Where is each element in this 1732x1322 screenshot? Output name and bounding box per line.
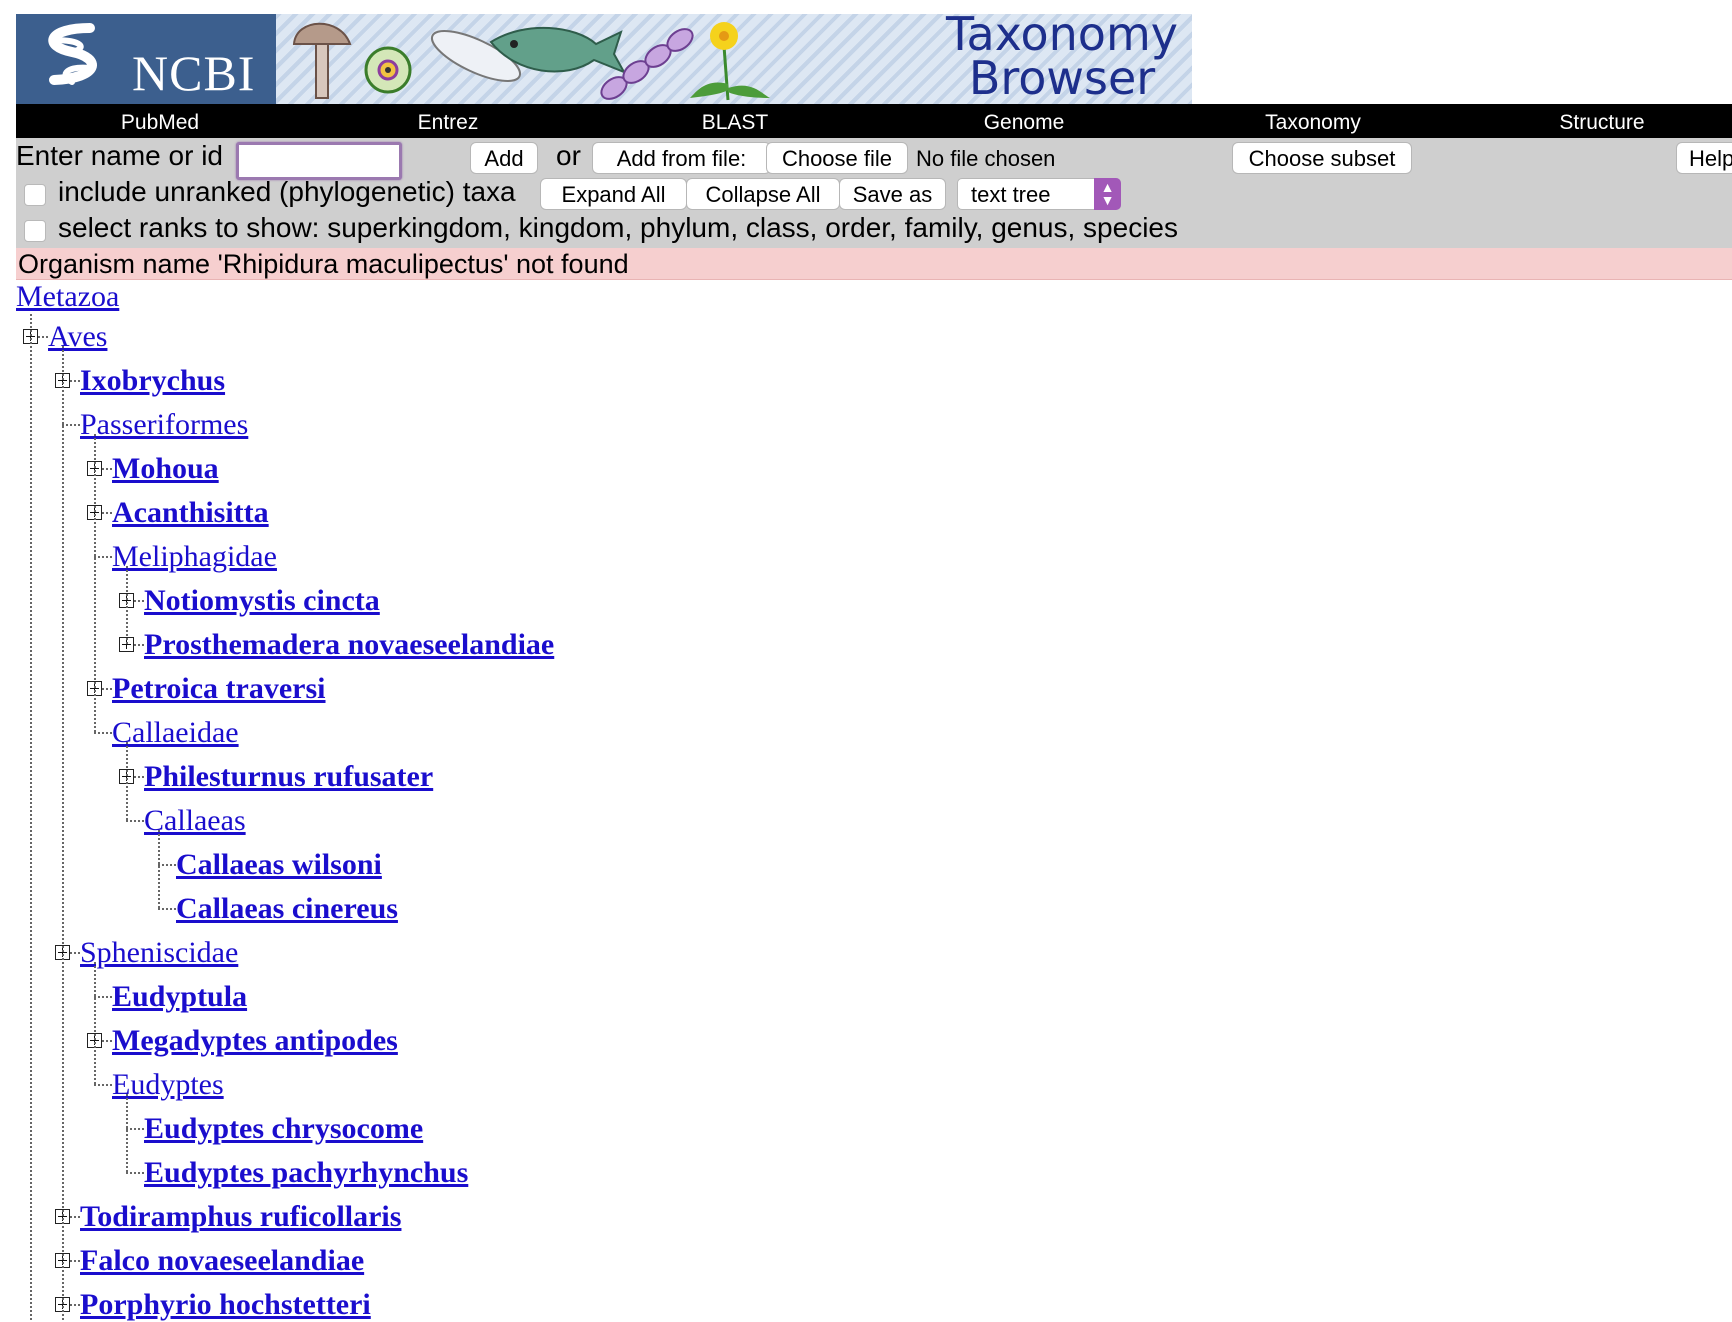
tree-connector <box>134 644 144 646</box>
tree-connector <box>38 336 48 338</box>
tree-node-eudyptes[interactable]: Eudyptes <box>112 1068 224 1102</box>
tree-node-eudyptes-pachyrhynchus[interactable]: Eudyptes pachyrhynchus <box>144 1156 468 1190</box>
tree-connector <box>70 1216 80 1218</box>
tree-connector <box>70 380 80 382</box>
tree-connector <box>94 962 96 1084</box>
tree-node-mohoua[interactable]: Mohoua <box>112 452 219 486</box>
tree-connector <box>70 952 80 954</box>
tree-node-porphyrio-hochstetteri[interactable]: Porphyrio hochstetteri <box>80 1288 371 1322</box>
tree-connector <box>102 468 112 470</box>
taxonomy-tree: Metazoa Aves Ixobrychus Passeriformes Mohou… <box>0 0 1732 1322</box>
tree-node-petroica-traversi[interactable]: Petroica traversi <box>112 672 326 706</box>
tree-node-spheniscidae[interactable]: Spheniscidae <box>80 936 238 970</box>
tree-connector <box>94 996 112 998</box>
tree-connector <box>70 1304 80 1306</box>
tree-node-eudyptes-chrysocome[interactable]: Eudyptes chrysocome <box>144 1112 423 1146</box>
tree-node-falco-novaeseelandiae[interactable]: Falco novaeseelandiae <box>80 1244 364 1278</box>
tree-node-callaeas-cinereus[interactable]: Callaeas cinereus <box>176 892 398 926</box>
tree-connector <box>102 512 112 514</box>
tree-node-aves[interactable]: Aves <box>48 320 107 354</box>
tree-connector <box>126 820 144 822</box>
tree-node-ixobrychus[interactable]: Ixobrychus <box>80 364 225 398</box>
tree-connector <box>102 688 112 690</box>
tree-connector <box>94 1084 112 1086</box>
tree-node-notiomystis-cincta[interactable]: Notiomystis cincta <box>144 584 380 618</box>
tree-connector <box>134 776 144 778</box>
tree-connector <box>94 556 112 558</box>
tree-node-philesturnus-rufusater[interactable]: Philesturnus rufusater <box>144 760 433 794</box>
tree-node-prosthemadera-novaeseelandiae[interactable]: Prosthemadera novaeseelandiae <box>144 628 554 662</box>
tree-connector <box>126 566 128 644</box>
tree-node-megadyptes-antipodes[interactable]: Megadyptes antipodes <box>112 1024 398 1058</box>
tree-connector <box>70 1260 80 1262</box>
tree-connector <box>30 314 32 1320</box>
tree-node-todiramphus-ruficollaris[interactable]: Todiramphus ruficollaris <box>80 1200 401 1234</box>
tree-node-meliphagidae[interactable]: Meliphagidae <box>112 540 277 574</box>
tree-connector <box>94 732 112 734</box>
tree-connector <box>94 434 96 732</box>
tree-connector <box>158 908 176 910</box>
tree-node-acanthisitta[interactable]: Acanthisitta <box>112 496 269 530</box>
tree-node-eudyptula[interactable]: Eudyptula <box>112 980 247 1014</box>
tree-connector <box>102 1040 112 1042</box>
tree-connector <box>62 424 80 426</box>
tree-connector <box>158 864 176 866</box>
tree-connector <box>158 830 160 908</box>
tree-node-passeriformes[interactable]: Passeriformes <box>80 408 248 442</box>
tree-connector <box>62 346 64 1320</box>
tree-root-metazoa[interactable]: Metazoa <box>16 280 119 314</box>
tree-connector <box>126 742 128 820</box>
tree-connector <box>126 1094 128 1172</box>
tree-node-callaeas-wilsoni[interactable]: Callaeas wilsoni <box>176 848 382 882</box>
tree-connector <box>126 1172 144 1174</box>
tree-node-callaeidae[interactable]: Callaeidae <box>112 716 239 750</box>
tree-connector <box>126 1128 144 1130</box>
tree-connector <box>134 600 144 602</box>
